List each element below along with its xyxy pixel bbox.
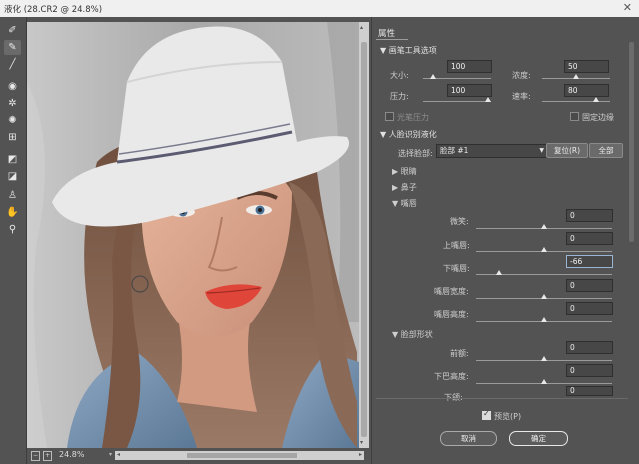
lower-lip-slider-knob[interactable] [496,270,503,275]
canvas-horizontal-thumb[interactable] [187,453,297,458]
lower-lip-input[interactable]: -66 [566,255,613,268]
panel-divider [376,398,628,399]
density-label: 浓度: [512,71,531,80]
select-face-value: 脸部 #1 [440,146,469,155]
canvas-vertical-thumb[interactable] [361,42,367,437]
scroll-down-icon[interactable]: ▾ [360,439,363,446]
select-face-label: 选择脸部: [398,149,433,158]
scroll-up-icon[interactable]: ▴ [360,24,363,31]
panel-tab-underline [376,39,408,40]
pressure-slider-knob[interactable] [484,97,491,102]
lip-height-input[interactable]: 0 [566,302,613,315]
rate-input[interactable]: 80 [564,84,609,97]
lip-width-slider-knob[interactable] [541,294,547,299]
density-input[interactable]: 50 [564,60,609,73]
panel-scrollbar[interactable] [628,42,636,412]
zoom-level[interactable]: 24.8% [59,450,84,459]
bloat-icon[interactable]: ✺ [4,113,21,128]
panel-scroll-thumb[interactable] [629,42,634,242]
stylus-pressure-label: 光笔压力 [397,113,429,122]
reconstruct-icon[interactable]: ✎ [4,40,21,55]
title-bar: 液化 (28.CR2 @ 24.8%) ✕ [0,0,639,17]
size-input[interactable]: 100 [447,60,492,73]
ok-button[interactable]: 确定 [509,431,568,446]
pin-edges-label: 固定边缘 [582,113,614,122]
lip-width-input[interactable]: 0 [566,279,613,292]
smile-slider-knob[interactable] [541,224,547,229]
zoom-in-button[interactable]: + [43,451,52,461]
pressure-input[interactable]: 100 [447,84,492,97]
cancel-button[interactable]: 取消 [440,431,497,446]
chin-height-input[interactable]: 0 [566,364,613,377]
preview-checkbox[interactable] [482,409,491,420]
size-slider-knob[interactable] [430,74,437,79]
preview-label: 预览(P) [494,412,522,421]
smile-label: 微笑: [450,217,469,226]
scroll-left-icon[interactable]: ◂ [117,451,120,458]
forehead-input[interactable]: 0 [566,341,613,354]
rate-label: 速率: [512,92,531,101]
twirl-icon[interactable]: ◉ [4,79,21,94]
forward-warp-icon[interactable]: ✐ [4,23,21,38]
image-canvas[interactable] [27,22,359,448]
canvas-horizontal-scrollbar[interactable]: ◂ ▸ [115,451,364,460]
pin-edges-checkbox[interactable] [570,112,579,121]
push-left-icon[interactable]: ⊞ [4,130,21,145]
forehead-label: 前额: [450,349,469,358]
forehead-slider-knob[interactable] [541,356,547,361]
portrait-image [27,22,359,448]
chevron-down-icon: ▼ [539,147,544,154]
upper-lip-label: 上嘴唇: [443,241,470,250]
reset-button[interactable]: 复位(R) [546,143,588,158]
panel-title: 属性 [378,29,396,39]
lower-lip-label: 下嘴唇: [443,264,470,273]
face-tool-icon[interactable]: ♙ [4,188,21,203]
chin-height-slider-knob[interactable] [541,379,547,384]
face-shape-header[interactable]: ▼ 脸部形状 [392,329,433,340]
scroll-right-icon[interactable]: ▸ [359,451,362,458]
smooth-icon[interactable]: ╱ [4,57,21,72]
hand-icon[interactable]: ✋ [4,205,21,220]
lip-width-label: 嘴唇宽度: [434,287,469,296]
smile-input[interactable]: 0 [566,209,613,222]
tool-bar: ✐ ✎ ╱ ◉ ✲ ✺ ⊞ ◩ ◪ ♙ ✋ ⚲ [0,17,27,464]
lip-height-slider-knob[interactable] [541,317,547,322]
upper-lip-input[interactable]: 0 [566,232,613,245]
chin-height-label: 下巴高度: [434,372,469,381]
zoom-icon[interactable]: ⚲ [4,222,21,237]
face-liquify-header[interactable]: ▼ 人脸识别液化 [380,129,437,140]
pressure-label: 压力: [390,92,409,101]
rate-slider-track[interactable] [542,101,610,102]
canvas-vertical-scrollbar[interactable]: ▴ ▾ [359,22,369,448]
status-bar: − + 24.8% ▾ ◂ ▸ [27,448,369,464]
window-title: 液化 (28.CR2 @ 24.8%) [4,5,103,15]
close-icon[interactable]: ✕ [623,1,632,14]
rate-slider-knob[interactable] [593,97,600,102]
pucker-icon[interactable]: ✲ [4,96,21,111]
freeze-mask-icon[interactable]: ◩ [4,152,21,167]
zoom-dropdown-icon[interactable]: ▾ [109,451,112,458]
all-button[interactable]: 全部 [589,143,623,158]
mouth-header[interactable]: ▼ 嘴唇 [392,198,417,209]
brush-options-header[interactable]: ▼ 画笔工具选项 [380,45,437,56]
eyes-header[interactable]: ▶ 眼睛 [392,166,417,177]
zoom-out-button[interactable]: − [31,451,40,461]
nose-header[interactable]: ▶ 鼻子 [392,182,417,193]
lip-height-label: 嘴唇高度: [434,310,469,319]
upper-lip-slider-knob[interactable] [541,247,547,252]
select-face-dropdown[interactable]: 脸部 #1 ▼ [436,144,548,158]
pressure-slider-track[interactable] [423,101,491,102]
size-label: 大小: [390,71,409,80]
jaw-input[interactable]: 0 [566,386,613,396]
stylus-pressure-checkbox[interactable] [385,112,394,121]
thaw-mask-icon[interactable]: ◪ [4,169,21,184]
density-slider-knob[interactable] [573,74,579,79]
